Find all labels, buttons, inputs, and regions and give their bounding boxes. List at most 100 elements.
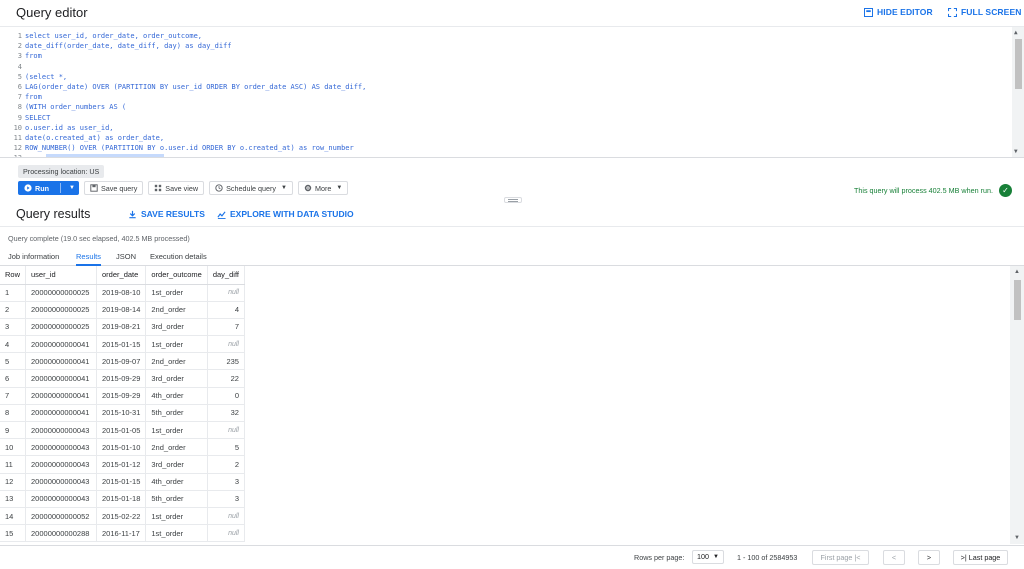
- more-label: More: [314, 183, 332, 193]
- line-number: 6: [17, 82, 22, 91]
- rows-per-page-select[interactable]: 100 ▼: [692, 550, 724, 564]
- divider: [0, 226, 1024, 227]
- chevron-right-icon: >: [926, 553, 932, 562]
- explore-data-studio-button[interactable]: EXPLORE WITH DATA STUDIO: [217, 209, 354, 219]
- scroll-up-icon[interactable]: ▲: [1014, 29, 1018, 36]
- table-scrollbar[interactable]: ▲ ▼: [1010, 266, 1024, 544]
- cell-order-date: 2019-08-10: [96, 284, 147, 302]
- last-page-button[interactable]: >| Last page: [953, 550, 1008, 565]
- chevron-left-icon: <: [891, 553, 897, 562]
- cell-day-diff: 0: [207, 387, 245, 405]
- save-query-button[interactable]: Save query: [83, 181, 144, 195]
- tab-execution-details[interactable]: Execution details: [150, 252, 207, 266]
- download-icon: [129, 210, 136, 218]
- table-row: 12 20000000000043 2015-01-15 4th_order 3: [0, 473, 245, 491]
- cell-day-diff: null: [207, 284, 245, 302]
- cell-order-outcome: 3rd_order: [145, 369, 208, 388]
- cell-row-number: 15: [0, 524, 27, 543]
- scroll-up-icon[interactable]: ▲: [1014, 269, 1020, 275]
- cell-row-number: 2: [0, 301, 27, 319]
- cell-order-date: 2015-01-05: [96, 421, 147, 440]
- line-number: 5: [17, 72, 22, 81]
- cell-user-id: 20000000000043: [25, 455, 98, 474]
- code-line: date(o.created_at) as order_date,: [25, 133, 165, 142]
- cell-user-id: 20000000000041: [25, 352, 98, 371]
- cell-row-number: 1: [0, 284, 27, 302]
- cell-day-diff: null: [207, 421, 245, 440]
- hide-editor-button[interactable]: HIDE EDITOR: [864, 7, 933, 17]
- full-screen-label: FULL SCREEN: [961, 7, 1022, 17]
- code-line: (WITH order_numbers AS (: [25, 103, 127, 112]
- sql-editor[interactable]: 1 2 3 4 5 6 7 8 9 10 11 12 13 select use…: [0, 26, 1024, 158]
- text-selection: [46, 154, 164, 157]
- cell-user-id: 20000000000052: [25, 507, 98, 526]
- save-view-button[interactable]: Save view: [148, 181, 205, 195]
- chevron-down-icon[interactable]: ▼: [69, 185, 75, 191]
- run-button[interactable]: Run ▼: [18, 181, 79, 195]
- run-label: Run: [35, 183, 49, 193]
- cell-day-diff: 7: [207, 318, 245, 337]
- code-line: from: [25, 52, 42, 61]
- schedule-query-button[interactable]: Schedule query ▼: [209, 181, 293, 195]
- table-body: 1 20000000000025 2019-08-10 1st_order null 2 2…: [0, 284, 245, 543]
- cell-order-outcome: 1st_order: [145, 524, 208, 543]
- resize-handle[interactable]: [504, 197, 522, 203]
- first-page-icon: |<: [854, 553, 861, 562]
- query-status: Query complete (19.0 sec elapsed, 402.5 …: [8, 234, 190, 243]
- code-content[interactable]: select user_id, order_date, order_outcom…: [25, 31, 1010, 157]
- schedule-query-label: Schedule query: [226, 183, 277, 193]
- cell-order-date: 2015-10-31: [96, 404, 147, 423]
- column-header-order-outcome: order_outcome: [145, 266, 208, 285]
- scrollbar-thumb[interactable]: [1014, 280, 1021, 320]
- chevron-down-icon: ▼: [336, 185, 343, 191]
- fullscreen-icon: [948, 7, 957, 17]
- pagination-bar: Rows per page: 100 ▼ 1 - 100 of 2584953 …: [0, 545, 1024, 569]
- cell-order-date: 2015-01-18: [96, 490, 147, 508]
- cell-order-outcome: 4th_order: [145, 473, 208, 491]
- code-line: ROW_NUMBER() OVER (PARTITION BY o.user.i…: [25, 144, 354, 153]
- column-header-user-id: user_id: [25, 266, 98, 285]
- validator-message: This query will process 402.5 MB when ru…: [853, 186, 993, 195]
- tab-json[interactable]: JSON: [116, 252, 136, 266]
- cell-day-diff: 5: [207, 438, 245, 457]
- rows-per-page-label: Rows per page:: [634, 553, 685, 562]
- results-table-container[interactable]: Row user_id order_date order_outcome day…: [0, 266, 1010, 544]
- save-view-label: Save view: [165, 183, 199, 193]
- first-page-button[interactable]: First page |<: [812, 550, 869, 565]
- line-number: 10: [13, 123, 22, 132]
- tab-results[interactable]: Results: [76, 252, 102, 266]
- cell-row-number: 7: [0, 387, 27, 405]
- cell-order-date: 2015-02-22: [96, 507, 147, 526]
- table-row: 9 20000000000043 2015-01-05 1st_order null: [0, 421, 245, 440]
- full-screen-button[interactable]: FULL SCREEN: [948, 7, 1021, 17]
- scroll-down-icon[interactable]: ▼: [1014, 535, 1020, 541]
- more-button[interactable]: More ▼: [297, 181, 349, 195]
- cell-order-outcome: 2nd_order: [145, 352, 208, 371]
- scroll-down-icon[interactable]: ▼: [1014, 148, 1018, 155]
- code-line: LAG(order_date) OVER (PARTITION BY user_…: [25, 82, 367, 91]
- editor-scrollbar[interactable]: ▲ ▼: [1012, 27, 1024, 157]
- previous-page-button[interactable]: <: [883, 550, 905, 565]
- cell-order-date: 2015-09-07: [96, 352, 147, 371]
- view-grid-icon: [155, 184, 162, 192]
- next-page-button[interactable]: >: [918, 550, 940, 565]
- cell-user-id: 20000000000043: [25, 490, 98, 508]
- scrollbar-thumb[interactable]: [1015, 39, 1022, 89]
- cell-order-date: 2019-08-21: [96, 318, 147, 337]
- table-header-row: Row user_id order_date order_outcome day…: [0, 266, 245, 285]
- save-results-button[interactable]: SAVE RESULTS: [128, 209, 205, 219]
- cell-order-date: 2016-11-17: [96, 524, 147, 543]
- cell-order-outcome: 5th_order: [145, 404, 208, 423]
- code-line: date_diff(order_date, date_diff, day) as…: [25, 42, 232, 51]
- cell-day-diff: 22: [207, 369, 245, 388]
- save-icon: [90, 184, 98, 192]
- cell-user-id: 20000000000025: [25, 284, 98, 302]
- table-row: 13 20000000000043 2015-01-18 5th_order 3: [0, 490, 245, 508]
- tab-job-information[interactable]: Job information: [8, 252, 59, 266]
- code-line: o.user.id as user_id,: [25, 123, 114, 132]
- clock-icon: [215, 184, 223, 192]
- last-page-label: Last page: [968, 553, 1001, 562]
- processing-location-tooltip: Processing location: US: [18, 165, 105, 178]
- cell-day-diff: null: [207, 335, 245, 354]
